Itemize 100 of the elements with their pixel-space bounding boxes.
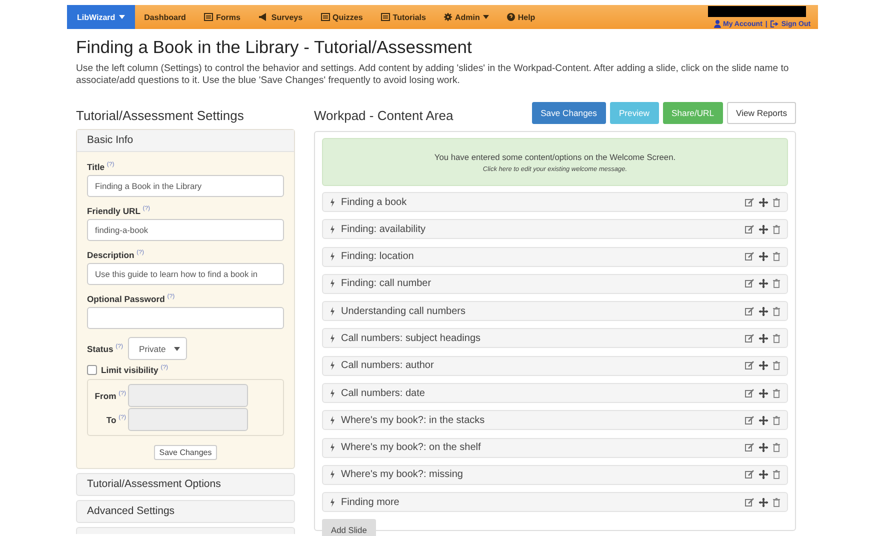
slide-row[interactable]: Where's my book?: missing — [322, 464, 788, 485]
slide-row[interactable]: Finding more — [322, 492, 788, 512]
field-label: Optional Password $^{(?)}$ — [87, 294, 176, 304]
checkbox[interactable] — [87, 365, 97, 375]
slide-title[interactable]: Finding more — [341, 496, 400, 508]
edit-icon[interactable] — [745, 334, 754, 343]
edit-icon[interactable] — [745, 416, 754, 425]
help-mark[interactable]: (?) — [167, 294, 175, 300]
slide-title[interactable]: Finding a book — [341, 196, 407, 208]
list-icon — [320, 13, 330, 21]
edit-icon[interactable] — [745, 279, 754, 288]
nav-link[interactable]: Tutorials — [372, 5, 435, 29]
slide-row[interactable]: Call numbers: subject headings — [322, 328, 788, 348]
move-icon[interactable] — [759, 361, 768, 370]
move-icon[interactable] — [759, 224, 768, 234]
bolt-icon — [330, 470, 335, 480]
slide-row[interactable]: Finding: call number — [322, 274, 788, 294]
slide-row[interactable]: Where's my book?: in the stacks — [322, 410, 788, 430]
edit-icon[interactable] — [745, 224, 754, 234]
toolbar-button[interactable]: Save Changes — [532, 102, 606, 124]
add-slide-button[interactable]: Add Slide — [322, 518, 376, 536]
slide-title[interactable]: Where's my book?: on the shelf — [341, 442, 481, 454]
slide-title[interactable]: Call numbers: date — [341, 388, 425, 399]
nav-link[interactable]: Surveys — [249, 5, 312, 29]
help-mark[interactable]: (?) — [116, 344, 123, 350]
slide-title[interactable]: Where's my book?: missing — [341, 469, 463, 480]
help-mark[interactable]: (?) — [142, 206, 150, 212]
slide-title[interactable]: Where's my book?: in the stacks — [341, 414, 485, 426]
save-button[interactable]: Save Changes — [154, 445, 217, 460]
nav-link[interactable]: Dashboard — [135, 5, 195, 29]
trash-icon[interactable] — [773, 416, 780, 425]
nav-link[interactable]: Admin — [434, 5, 498, 29]
slide-row[interactable]: Finding a book — [322, 192, 788, 212]
edit-icon[interactable] — [745, 443, 754, 452]
toolbar-button[interactable]: View Reports — [727, 102, 796, 124]
trash-icon[interactable] — [773, 361, 780, 370]
settings-icon — [444, 13, 452, 21]
trash-icon[interactable] — [773, 470, 780, 480]
move-icon[interactable] — [759, 198, 768, 206]
move-icon[interactable] — [759, 443, 768, 452]
text-field[interactable]: Use this guide to learn how to find a book in — [87, 263, 284, 285]
bolt-icon — [330, 443, 335, 452]
help-icon — [506, 13, 515, 21]
bolt-icon — [330, 279, 335, 288]
nav-link[interactable]: Forms — [194, 5, 250, 29]
trash-icon[interactable] — [773, 198, 780, 206]
move-icon[interactable] — [759, 306, 768, 316]
move-icon[interactable] — [759, 498, 768, 507]
trash-icon[interactable] — [773, 279, 780, 288]
slide-row[interactable]: Understanding call numbers — [322, 301, 788, 322]
move-icon[interactable] — [759, 252, 768, 262]
section-header[interactable]: Advanced Settings — [76, 500, 295, 523]
help-mark[interactable]: (?) — [160, 365, 168, 372]
bolt-icon — [330, 224, 335, 234]
nav-link[interactable]: Help — [498, 5, 544, 29]
edit-icon[interactable] — [745, 470, 754, 480]
panel-header[interactable]: Basic Info — [77, 130, 294, 152]
help-mark[interactable]: (?) — [106, 162, 114, 168]
move-icon[interactable] — [759, 279, 768, 288]
edit-icon[interactable] — [745, 198, 754, 206]
trash-icon[interactable] — [773, 334, 780, 343]
slide-title[interactable]: Call numbers: author — [341, 360, 434, 372]
move-icon[interactable] — [759, 416, 768, 425]
edit-icon[interactable] — [745, 361, 754, 370]
help-mark[interactable]: (?) — [136, 250, 144, 256]
bolt-icon — [330, 334, 335, 343]
trash-icon[interactable] — [773, 388, 780, 398]
move-icon[interactable] — [759, 334, 768, 343]
text-field[interactable]: Finding a Book in the Library — [87, 175, 284, 197]
text-field[interactable]: finding-a-book — [87, 219, 284, 241]
slide-title[interactable]: Finding: call number — [341, 278, 432, 290]
edit-icon[interactable] — [745, 388, 754, 398]
field-label: Friendly URL $^{(?)}$ — [87, 206, 152, 216]
move-icon[interactable] — [759, 388, 768, 398]
brand-menu[interactable]: LibWizard — [67, 5, 136, 29]
slide-row[interactable]: Call numbers: date — [322, 383, 788, 404]
trash-icon[interactable] — [773, 224, 780, 234]
page-title: Finding a Book in the Library - Tutorial/Assessment — [76, 37, 473, 58]
slide-title[interactable]: Understanding call numbers — [341, 306, 466, 317]
move-icon[interactable] — [759, 470, 768, 480]
slide-title[interactable]: Call numbers: subject headings — [341, 332, 481, 344]
slide-title[interactable]: Finding: availability — [341, 224, 426, 235]
nav-link[interactable]: Quizzes — [312, 5, 372, 29]
bolt-icon — [330, 306, 335, 316]
caret-icon — [174, 346, 180, 350]
slide-row[interactable]: Finding: location — [322, 246, 788, 267]
edit-icon[interactable] — [745, 306, 754, 316]
trash-icon[interactable] — [773, 306, 780, 316]
slide-title[interactable]: Finding: location — [341, 251, 414, 262]
slide-row[interactable]: Where's my book?: on the shelf — [322, 438, 788, 458]
slide-row[interactable]: Finding: availability — [322, 219, 788, 240]
section-header[interactable]: Tutorial/Assessment Options — [76, 473, 295, 496]
trash-icon[interactable] — [773, 443, 780, 452]
trash-icon[interactable] — [773, 252, 780, 262]
trash-icon[interactable] — [773, 498, 780, 507]
edit-icon[interactable] — [745, 498, 754, 507]
status-select[interactable]: Private — [128, 337, 187, 360]
slide-row[interactable]: Call numbers: author — [322, 356, 788, 376]
text-field[interactable] — [87, 307, 284, 329]
edit-icon[interactable] — [745, 252, 754, 262]
